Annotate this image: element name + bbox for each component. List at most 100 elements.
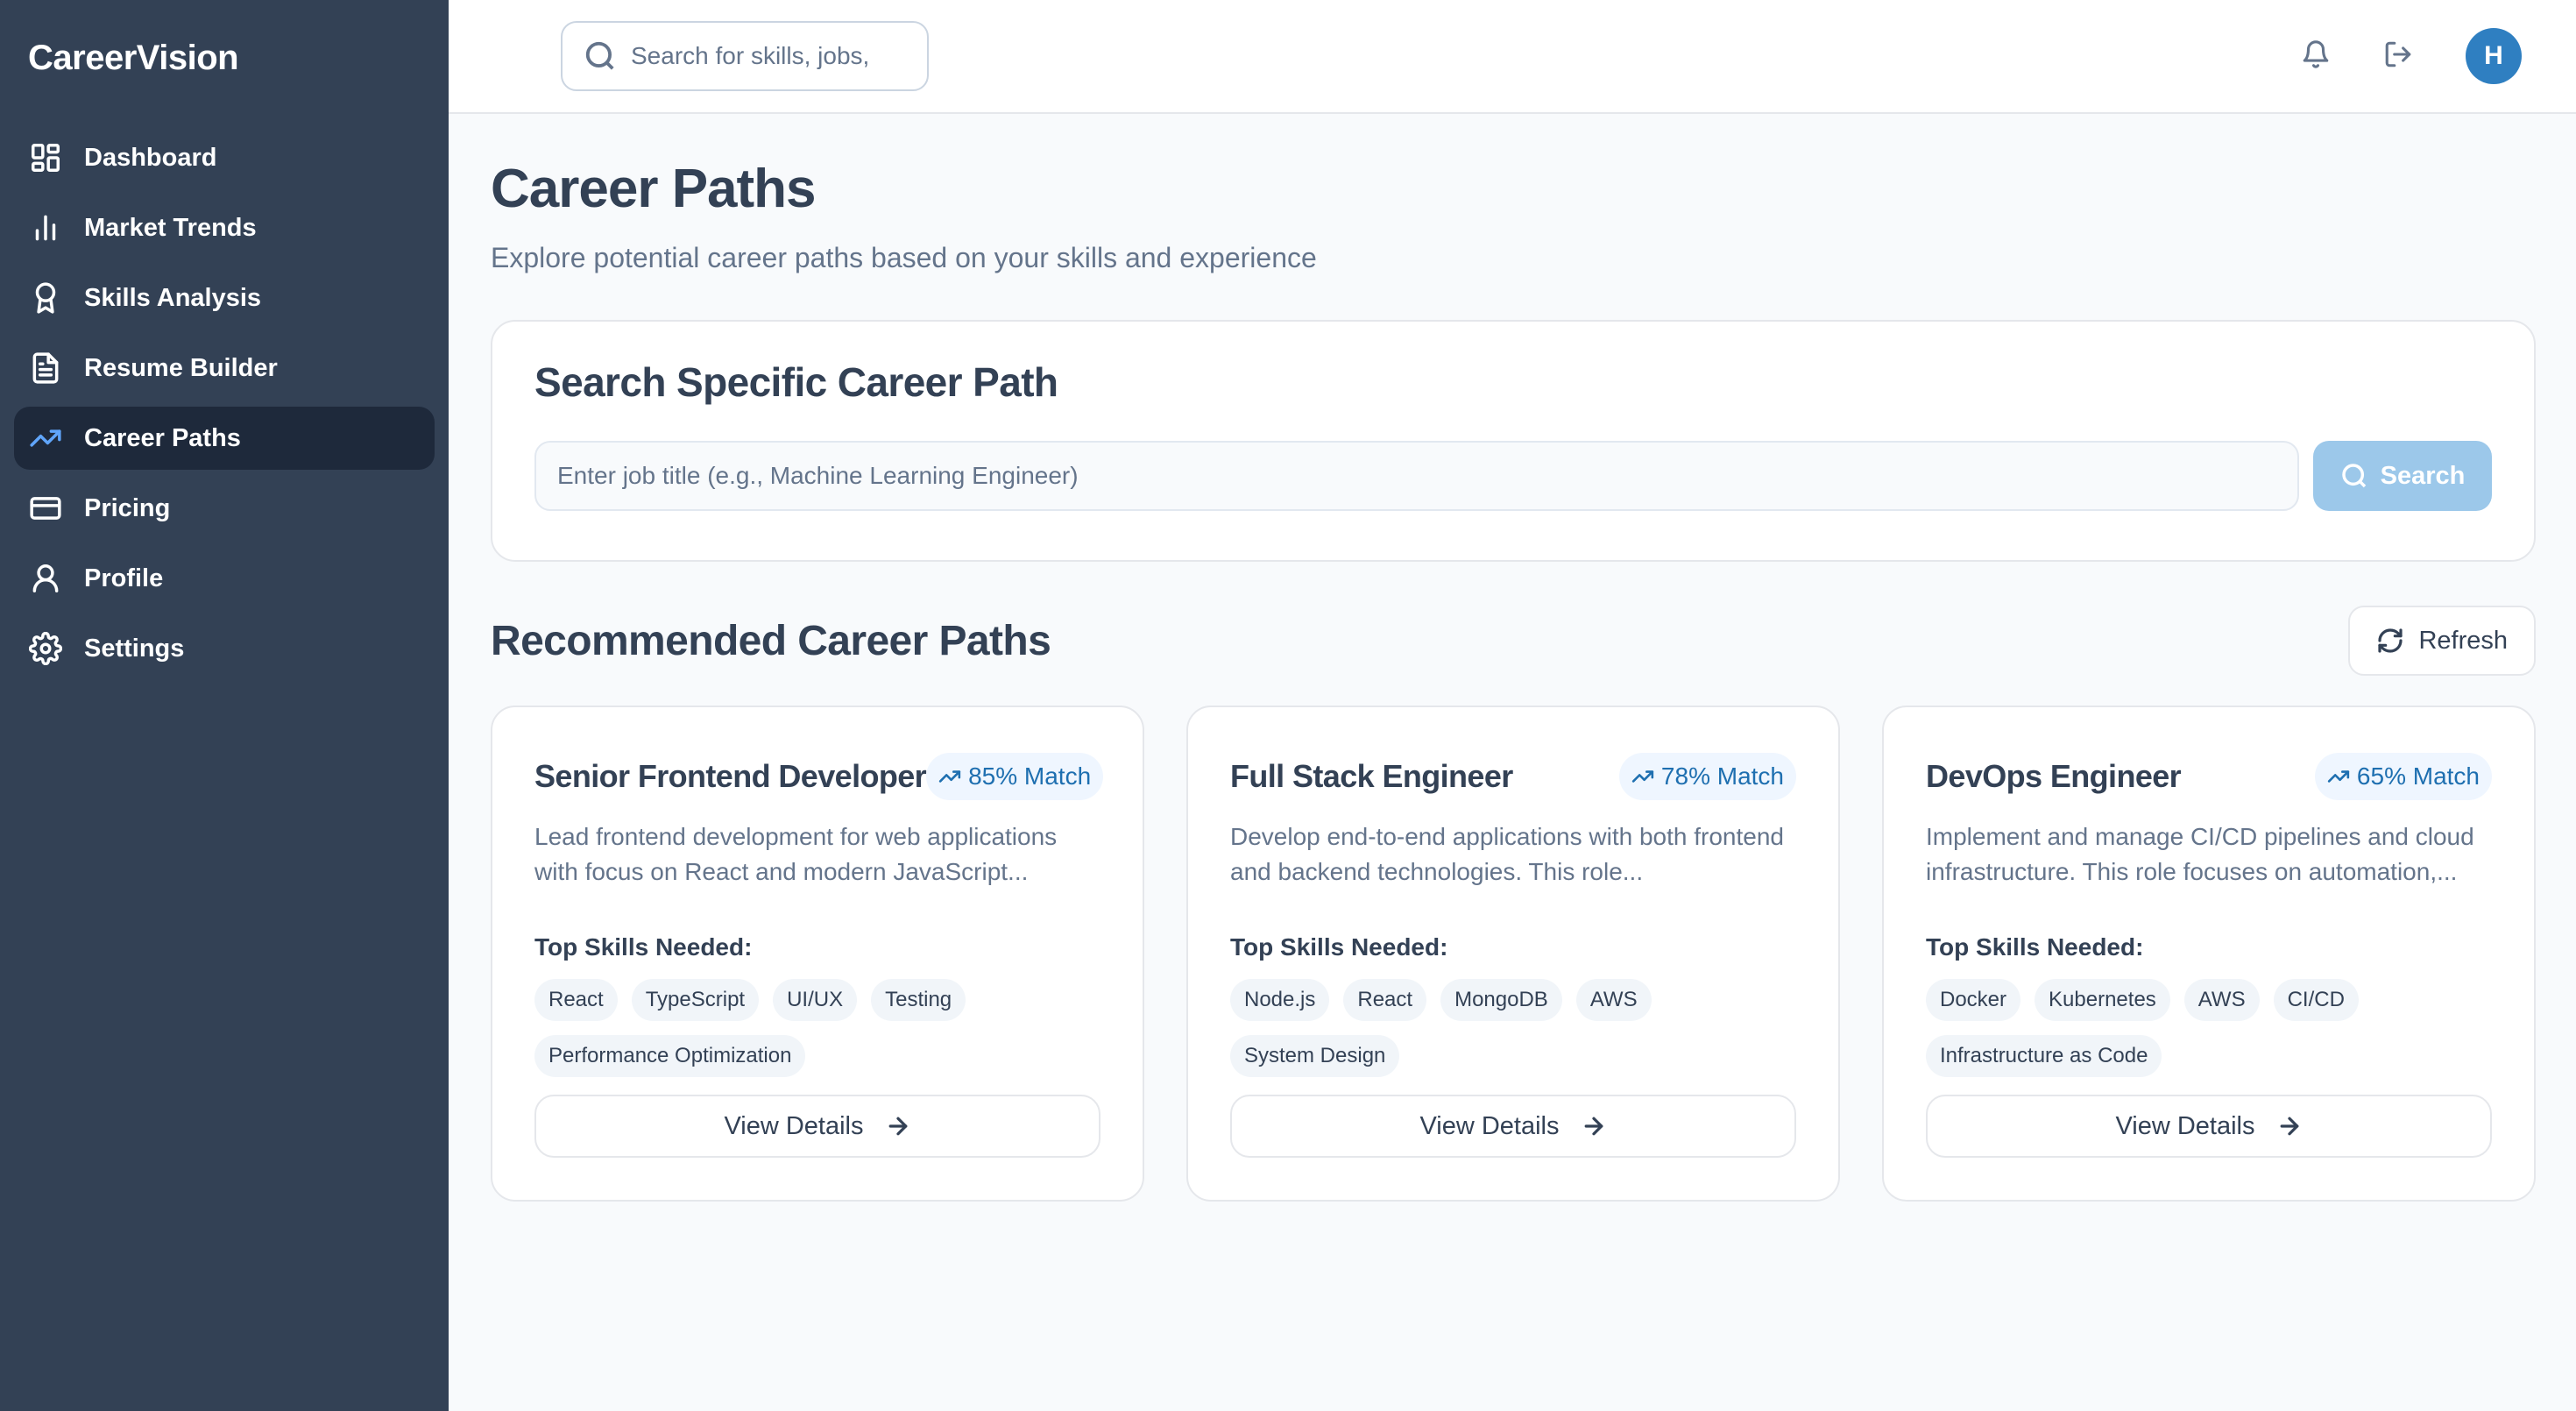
brand-logo[interactable]: CareerVision (14, 0, 435, 126)
gear-icon (28, 631, 63, 666)
bar-chart-icon (28, 210, 63, 245)
skill-tag: CI/CD (2273, 979, 2359, 1022)
skill-tag: Testing (871, 979, 966, 1022)
sidebar-item-label: Profile (84, 564, 164, 592)
view-details-label: View Details (1419, 1111, 1560, 1140)
trending-up-icon (28, 421, 63, 456)
career-card: DevOps Engineer 65% Match Implement and … (1882, 706, 2536, 1202)
career-search-row: Search (534, 441, 2492, 512)
sidebar: CareerVision Dashboard Market Trends Ski… (0, 0, 449, 1411)
career-card-description: Lead frontend development for web applic… (534, 823, 1058, 886)
sidebar-item-label: Dashboard (84, 143, 217, 172)
skills-label: Top Skills Needed: (1230, 933, 1448, 961)
app-root: CareerVision Dashboard Market Trends Ski… (0, 0, 2576, 1411)
sidebar-item-profile[interactable]: Profile (14, 547, 435, 610)
main-area: H Career Paths Explore potential career … (449, 0, 2576, 1411)
career-card-header: Full Stack Engineer 78% Match (1230, 753, 1796, 801)
sidebar-item-label: Market Trends (84, 213, 257, 242)
match-badge-label: 85% Match (968, 762, 1092, 791)
skill-tag: Node.js (1230, 979, 1330, 1022)
career-card-title: DevOps Engineer (1926, 758, 2182, 795)
career-search-title: Search Specific Career Path (534, 359, 1058, 406)
sidebar-item-pricing[interactable]: Pricing (14, 477, 435, 540)
arrow-right-icon (888, 1117, 907, 1136)
sidebar-item-label: Settings (84, 634, 185, 663)
view-details-button[interactable]: View Details (1230, 1095, 1796, 1159)
trending-up-icon (938, 770, 961, 783)
career-card-description: Implement and manage CI/CD pipelines and… (1926, 823, 2474, 886)
topbar-actions: H (2301, 28, 2522, 84)
global-search-input[interactable] (631, 42, 906, 70)
refresh-button[interactable]: Refresh (2348, 606, 2536, 677)
match-badge: 65% Match (2314, 753, 2492, 801)
page-title: Career Paths (491, 159, 817, 219)
page-subtitle: Explore potential career paths based on … (491, 242, 1317, 274)
trending-up-icon (2327, 770, 2350, 783)
view-details-label: View Details (724, 1111, 864, 1140)
sidebar-item-label: Career Paths (84, 423, 241, 452)
recommended-title: Recommended Career Paths (491, 617, 1051, 664)
career-card-header: DevOps Engineer 65% Match (1926, 753, 2492, 801)
view-details-label: View Details (2115, 1111, 2255, 1140)
skills-label: Top Skills Needed: (1926, 933, 2144, 961)
sidebar-item-label: Pricing (84, 493, 171, 522)
sidebar-item-settings[interactable]: Settings (14, 617, 435, 680)
sidebar-item-label: Skills Analysis (84, 283, 262, 312)
skill-tag: Performance Optimization (534, 1035, 806, 1078)
skill-tag: React (534, 979, 618, 1022)
career-search-button-label: Search (2380, 461, 2466, 490)
skill-tag: Docker (1926, 979, 2021, 1022)
sidebar-item-label: Resume Builder (84, 353, 278, 382)
avatar[interactable]: H (2466, 28, 2522, 84)
logout-icon[interactable] (2383, 39, 2413, 74)
trending-up-icon (1631, 770, 1654, 783)
arrow-right-icon (1584, 1117, 1603, 1136)
skills-list: Docker Kubernetes AWS CI/CD Infrastructu… (1926, 979, 2469, 1078)
career-search-button[interactable]: Search (2313, 441, 2492, 512)
career-card-description: Develop end-to-end applications with bot… (1230, 823, 1784, 886)
page-content: Career Paths Explore potential career pa… (449, 114, 2576, 1202)
career-search-card: Search Specific Career Path Search (491, 320, 2536, 563)
skill-tag: Kubernetes (2035, 979, 2170, 1022)
bell-icon[interactable] (2301, 39, 2331, 74)
document-icon (28, 351, 63, 386)
credit-card-icon (28, 491, 63, 526)
match-badge: 78% Match (1618, 753, 1796, 801)
skill-tag: TypeScript (631, 979, 760, 1022)
career-card-title: Senior Frontend Developer (534, 758, 927, 795)
skills-label: Top Skills Needed: (534, 933, 753, 961)
global-search[interactable] (561, 21, 929, 91)
skill-tag: AWS (1575, 979, 1652, 1022)
career-card: Senior Frontend Developer 85% Match Lead… (491, 706, 1144, 1202)
view-details-button[interactable]: View Details (534, 1095, 1100, 1159)
skill-tag: Infrastructure as Code (1926, 1035, 2162, 1078)
skill-tag: UI/UX (773, 979, 858, 1022)
sidebar-item-dashboard[interactable]: Dashboard (14, 126, 435, 189)
search-icon (2341, 464, 2366, 488)
skill-tag: AWS (2183, 979, 2260, 1022)
career-card: Full Stack Engineer 78% Match Develop en… (1186, 706, 1840, 1202)
match-badge-label: 78% Match (1660, 762, 1784, 791)
skill-tag: System Design (1230, 1035, 1400, 1078)
skill-tag: React (1343, 979, 1427, 1022)
sidebar-nav: Dashboard Market Trends Skills Analysis … (14, 126, 435, 680)
recommended-header: Recommended Career Paths Refresh (491, 606, 2536, 677)
match-badge: 85% Match (926, 753, 1104, 801)
sidebar-item-resume-builder[interactable]: Resume Builder (14, 337, 435, 400)
search-icon (585, 41, 614, 70)
refresh-button-label: Refresh (2418, 626, 2508, 655)
topbar: H (449, 0, 2576, 114)
dashboard-icon (28, 140, 63, 175)
user-icon (28, 561, 63, 596)
view-details-button[interactable]: View Details (1926, 1095, 2492, 1159)
sidebar-item-skills-analysis[interactable]: Skills Analysis (14, 266, 435, 330)
arrow-right-icon (2280, 1117, 2298, 1136)
sidebar-item-market-trends[interactable]: Market Trends (14, 196, 435, 259)
sidebar-item-career-paths[interactable]: Career Paths (14, 407, 435, 470)
career-cards: Senior Frontend Developer 85% Match Lead… (491, 706, 2536, 1202)
skills-list: Node.js React MongoDB AWS System Design (1230, 979, 1773, 1078)
career-card-title: Full Stack Engineer (1230, 758, 1513, 795)
job-title-input[interactable] (534, 441, 2299, 512)
skills-list: React TypeScript UI/UX Testing Performan… (534, 979, 1078, 1078)
career-card-header: Senior Frontend Developer 85% Match (534, 753, 1104, 801)
